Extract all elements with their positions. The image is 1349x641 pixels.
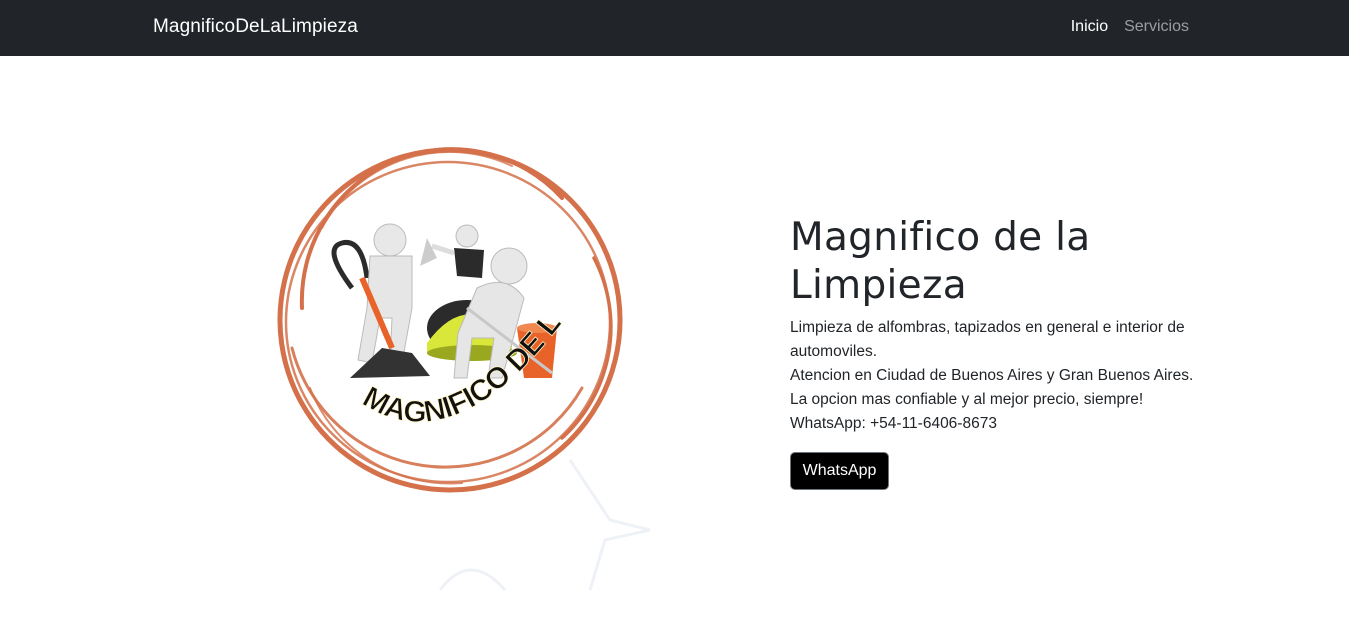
hero-line: automoviles.	[790, 343, 878, 360]
nav-link-inicio[interactable]: Inicio	[1071, 18, 1108, 36]
hero-description: Limpieza de alfombras, tapizados en gene…	[790, 316, 1210, 436]
hero-line: Limpieza de alfombras, tapizados en gene…	[790, 319, 1185, 336]
brand-link[interactable]: MagnificoDeLaLimpieza	[153, 16, 358, 38]
nav-link-servicios[interactable]: Servicios	[1124, 18, 1189, 36]
hero-line: La opcion mas confiable y al mejor preci…	[790, 391, 1144, 408]
top-navbar: MagnificoDeLaLimpieza Inicio Servicios	[0, 0, 1349, 56]
nav-links: Inicio Servicios	[1071, 18, 1189, 36]
whatsapp-button[interactable]: WhatsApp	[790, 452, 889, 490]
hero-line: Atencion en Ciudad de Buenos Aires y Gra…	[790, 367, 1194, 384]
hero-text-block: Magnifico de la Limpieza Limpieza de alf…	[790, 214, 1210, 436]
hero-line-whatsapp-number: WhatsApp: +54-11-6406-8673	[790, 415, 997, 432]
faint-watermark-decoration	[438, 459, 651, 591]
hero-title: Magnifico de la Limpieza	[790, 215, 1091, 308]
